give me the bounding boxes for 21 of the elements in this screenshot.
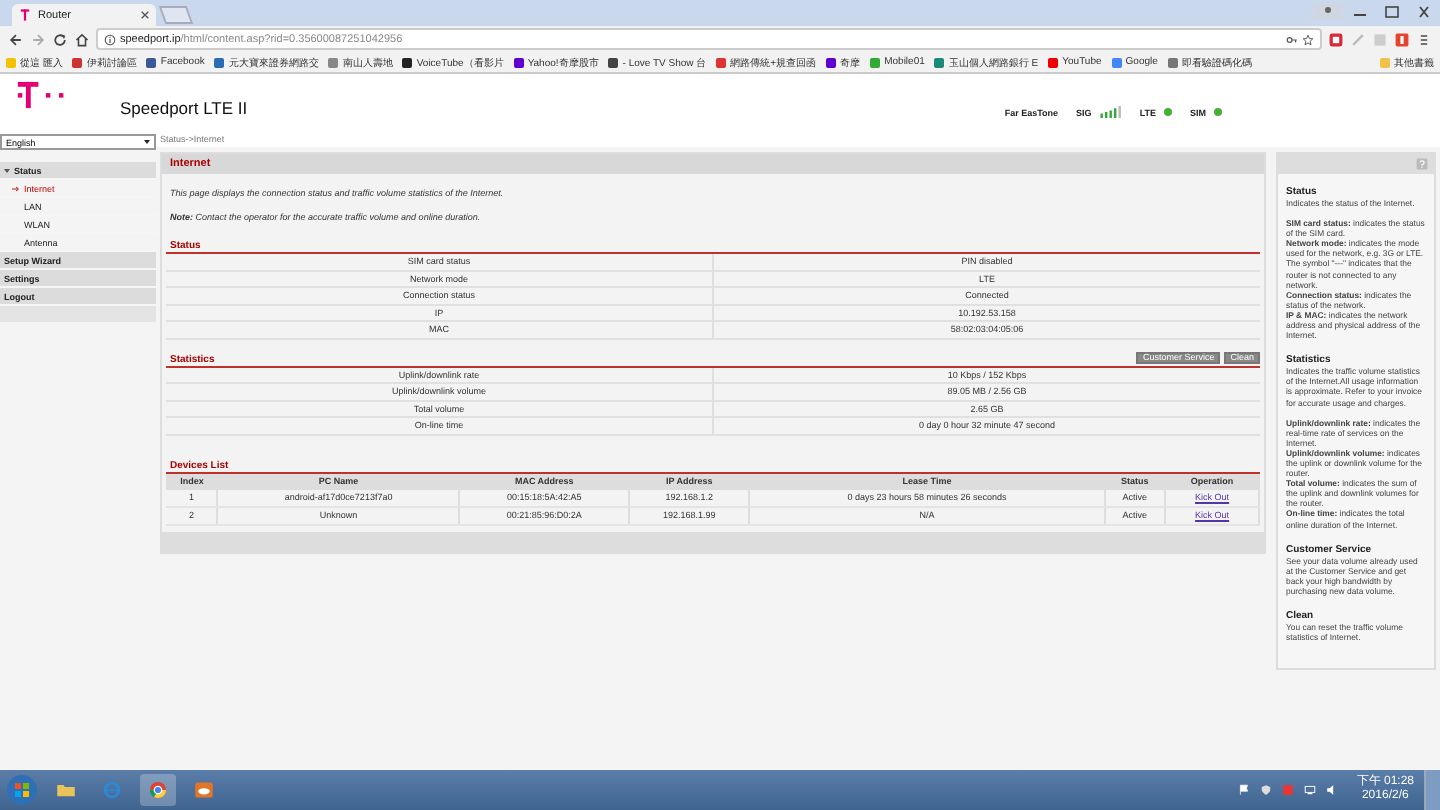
network-icon[interactable] xyxy=(1304,784,1317,796)
expand-icon xyxy=(4,167,10,173)
logo-icon xyxy=(18,8,32,22)
router-title: Speedport LTE II xyxy=(120,98,248,118)
flag-icon[interactable] xyxy=(1238,784,1251,796)
key-icon[interactable] xyxy=(1286,33,1298,45)
home-icon[interactable] xyxy=(74,31,90,47)
start-button[interactable] xyxy=(6,774,38,806)
menu-icon[interactable] xyxy=(1416,31,1432,47)
user-icon[interactable] xyxy=(1314,4,1342,20)
star-icon[interactable] xyxy=(1302,33,1314,45)
shield-icon[interactable] xyxy=(1260,784,1273,796)
speaker-icon[interactable] xyxy=(1326,784,1339,796)
chrome-icon[interactable] xyxy=(140,774,176,806)
arrow-icon xyxy=(12,185,20,191)
close-icon[interactable] xyxy=(140,10,150,20)
caret-icon xyxy=(144,140,150,144)
back-icon[interactable] xyxy=(8,31,24,47)
info-icon[interactable] xyxy=(104,33,116,45)
reload-icon[interactable] xyxy=(52,31,68,47)
signal-icon xyxy=(1099,106,1122,118)
